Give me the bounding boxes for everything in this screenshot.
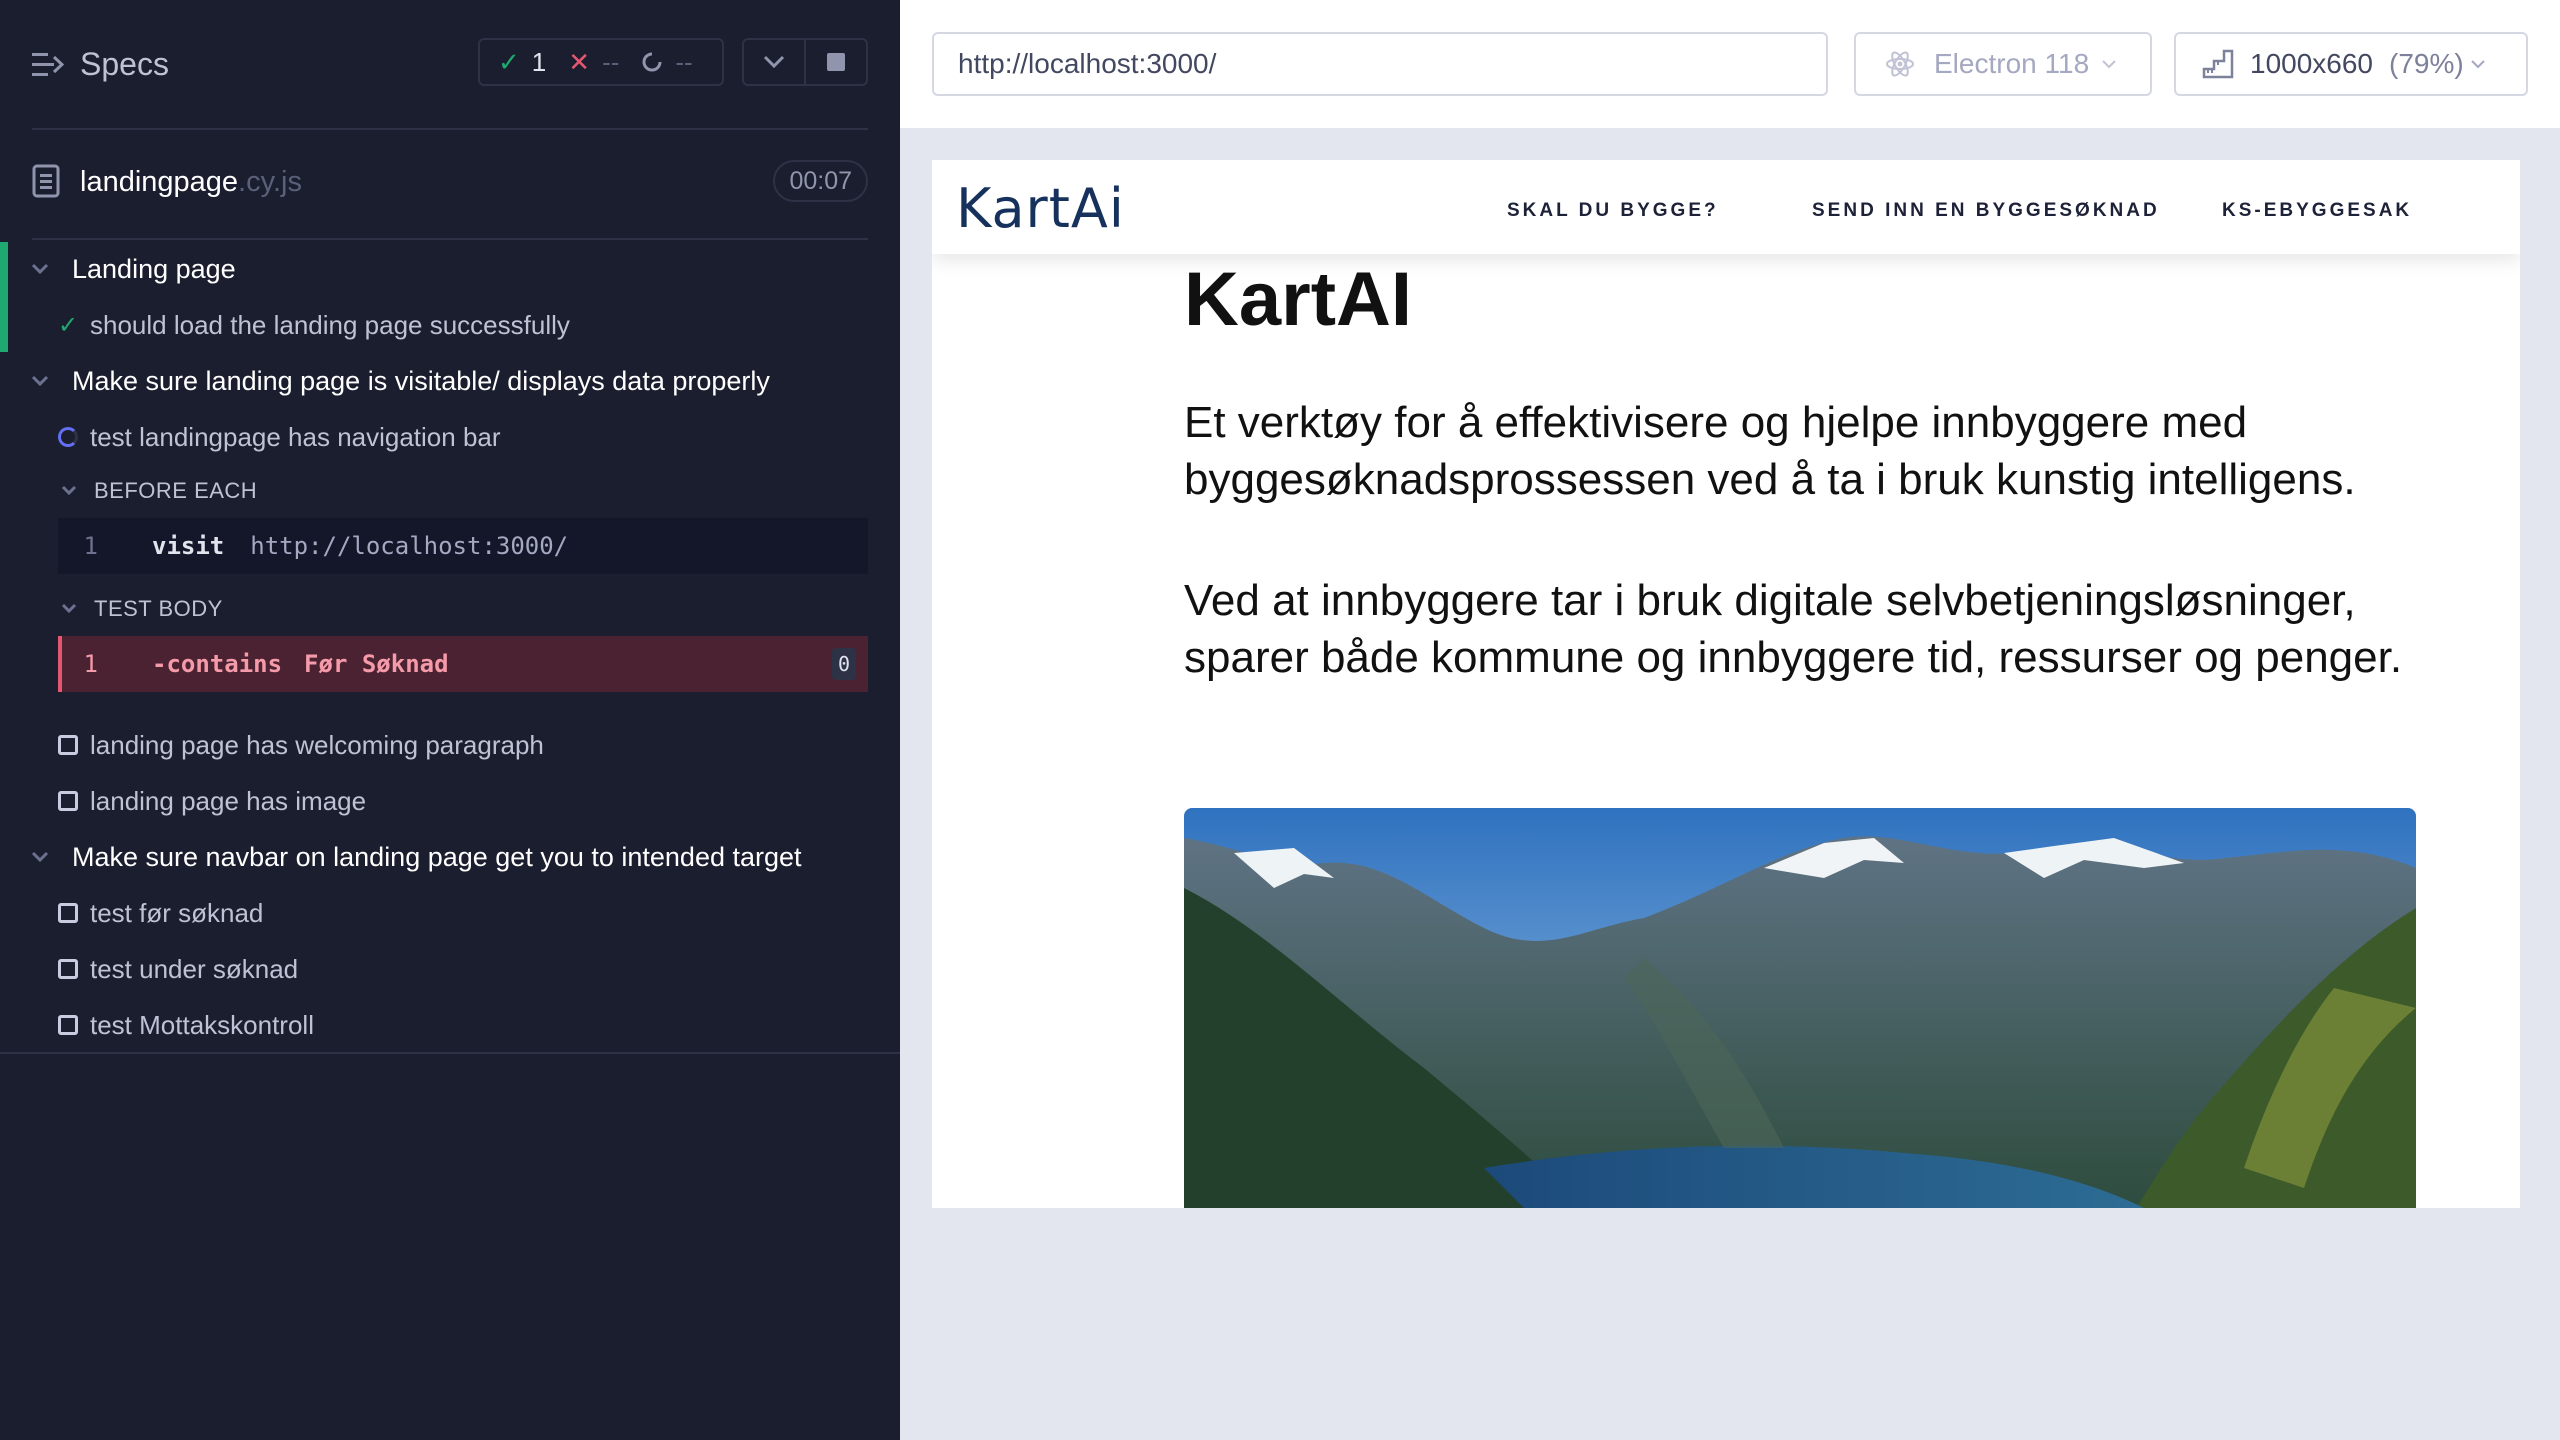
- logo-text: KartAi: [956, 176, 1125, 240]
- divider: [32, 238, 868, 240]
- test-row[interactable]: test under søknad: [0, 944, 298, 994]
- stop-icon: [827, 53, 845, 71]
- pending-icon: [58, 959, 78, 979]
- command-contains-failed[interactable]: 1 -contains Før Søknad 0: [58, 636, 868, 692]
- suite-landing-page[interactable]: Landing page: [0, 244, 236, 294]
- test-title: test under søknad: [90, 953, 299, 984]
- test-row[interactable]: test landingpage has navigation bar: [0, 412, 501, 462]
- test-row[interactable]: test Mottakskontroll: [0, 1000, 314, 1050]
- aut-panel: http://localhost:3000/ Electron 118 1000…: [900, 0, 2560, 1440]
- suite-visitable[interactable]: Make sure landing page is visitable/ dis…: [0, 356, 770, 406]
- site-body: KartAI Et verktøy for å effektivisere og…: [932, 160, 2520, 1208]
- divider: [0, 1052, 900, 1054]
- suite-title: Make sure landing page is visitable/ dis…: [72, 365, 770, 396]
- test-row[interactable]: test før søknad: [0, 888, 263, 938]
- failed-count: --: [602, 46, 620, 77]
- viewport-size: 1000x660: [2250, 48, 2374, 79]
- list-arrow-icon[interactable]: [32, 50, 64, 80]
- viewport-zoom: (79%): [2389, 48, 2464, 79]
- test-row[interactable]: landing page has image: [0, 776, 366, 826]
- ruler-icon: [2202, 49, 2234, 79]
- chevron-down-icon: [2471, 60, 2485, 69]
- command-arg: http://localhost:3000/: [250, 532, 569, 560]
- reporter-panel: Specs ✓ 1 ✕ -- -- landingpage.cy.js 00:0…: [0, 0, 900, 1440]
- fjord-landscape-image: [1184, 808, 2416, 1208]
- suite-title: Landing page: [72, 253, 236, 284]
- command-number: 1: [83, 650, 98, 678]
- x-icon: ✕: [568, 46, 591, 77]
- chevron-down-icon: [763, 55, 785, 69]
- pending-icon: [58, 735, 78, 755]
- divider: [32, 128, 868, 130]
- chevron-down-icon: [61, 603, 77, 614]
- command-count-badge: 0: [832, 648, 856, 680]
- specs-header: Specs ✓ 1 ✕ -- --: [0, 0, 900, 130]
- kartai-logo[interactable]: KartAi: [956, 177, 1125, 240]
- viewport-info[interactable]: 1000x660 (79%): [2174, 32, 2528, 96]
- hook-before-each[interactable]: BEFORE EACH: [0, 466, 257, 516]
- benefits-paragraph: Ved at innbyggere tar i bruk digitale se…: [1184, 576, 2403, 682]
- passed-count: 1: [531, 46, 547, 77]
- spec-file-header[interactable]: landingpage.cy.js 00:07: [32, 150, 868, 216]
- url-bar[interactable]: http://localhost:3000/: [932, 32, 1828, 96]
- electron-icon: [1886, 51, 1914, 77]
- chevron-down-icon: [2102, 60, 2116, 69]
- command-name: -contains: [152, 650, 283, 678]
- command-arg: Før Søknad: [304, 650, 449, 678]
- suite-navbar[interactable]: Make sure navbar on landing page get you…: [0, 832, 802, 882]
- test-title: test landingpage has navigation bar: [90, 421, 501, 452]
- stop-button[interactable]: [804, 40, 866, 84]
- chevron-down-icon: [61, 485, 77, 496]
- test-row[interactable]: ✓ should load the landing page successfu…: [0, 300, 570, 350]
- test-title: test Mottakskontroll: [90, 1009, 314, 1040]
- chevron-down-icon: [31, 263, 49, 275]
- spinner-icon: [642, 52, 662, 72]
- nav-link-skal-du-bygge[interactable]: SKAL DU BYGGE?: [1507, 200, 1719, 222]
- check-icon: ✓: [57, 311, 79, 339]
- pending-count: --: [675, 46, 693, 77]
- hook-title: TEST BODY: [94, 596, 223, 621]
- hook-test-body[interactable]: TEST BODY: [0, 584, 223, 634]
- command-name: visit: [152, 532, 225, 560]
- pending-icon: [58, 791, 78, 811]
- test-title: test før søknad: [90, 897, 264, 928]
- test-title: landing page has image: [90, 785, 367, 816]
- hero-image: [1184, 808, 2416, 1208]
- pending-icon: [58, 1015, 78, 1035]
- page-title: KartAI: [1184, 257, 1413, 342]
- suite-title: Make sure navbar on landing page get you…: [72, 841, 802, 872]
- failed-stat: ✕ --: [568, 47, 619, 78]
- spec-file-ext: .cy.js: [238, 166, 302, 198]
- test-title: landing page has welcoming paragraph: [90, 729, 544, 760]
- run-duration: 00:07: [773, 160, 868, 202]
- document-icon: [32, 164, 60, 198]
- specs-title[interactable]: Specs: [80, 46, 169, 83]
- spec-file-basename: landingpage: [80, 166, 239, 198]
- aut-toolbar: http://localhost:3000/ Electron 118 1000…: [900, 0, 2560, 128]
- passed-stat: ✓ 1: [498, 47, 546, 78]
- run-controls: [742, 38, 868, 86]
- aut-iframe: KartAI Et verktøy for å effektivisere og…: [932, 160, 2520, 1208]
- test-title: should load the landing page successfull…: [90, 309, 570, 340]
- chevron-down-icon: [31, 375, 49, 387]
- pending-icon: [58, 903, 78, 923]
- browser-selector[interactable]: Electron 118: [1854, 32, 2152, 96]
- nav-link-ks-ebyggesak[interactable]: KS-EBYGGESAK: [2222, 200, 2412, 222]
- running-icon: [58, 427, 78, 447]
- spec-file-name: landingpage.cy.js: [80, 166, 302, 199]
- run-stats: ✓ 1 ✕ -- --: [478, 38, 724, 86]
- hook-title: BEFORE EACH: [94, 478, 258, 503]
- command-visit[interactable]: 1 visit http://localhost:3000/: [58, 518, 868, 574]
- check-icon: ✓: [498, 46, 520, 77]
- nav-link-send-inn-byggesoknad[interactable]: SEND INN EN BYGGESØKNAD: [1812, 200, 2160, 222]
- site-navbar: KartAi SKAL DU BYGGE? SEND INN EN BYGGES…: [932, 160, 2520, 254]
- browser-name: Electron 118: [1934, 48, 2090, 79]
- test-row[interactable]: landing page has welcoming paragraph: [0, 720, 544, 770]
- collapse-all-button[interactable]: [744, 40, 804, 84]
- pending-stat: --: [641, 46, 693, 78]
- intro-paragraph: Et verktøy for å effektivisere og hjelpe…: [1184, 398, 2356, 504]
- command-number: 1: [83, 532, 98, 560]
- chevron-down-icon: [31, 851, 49, 863]
